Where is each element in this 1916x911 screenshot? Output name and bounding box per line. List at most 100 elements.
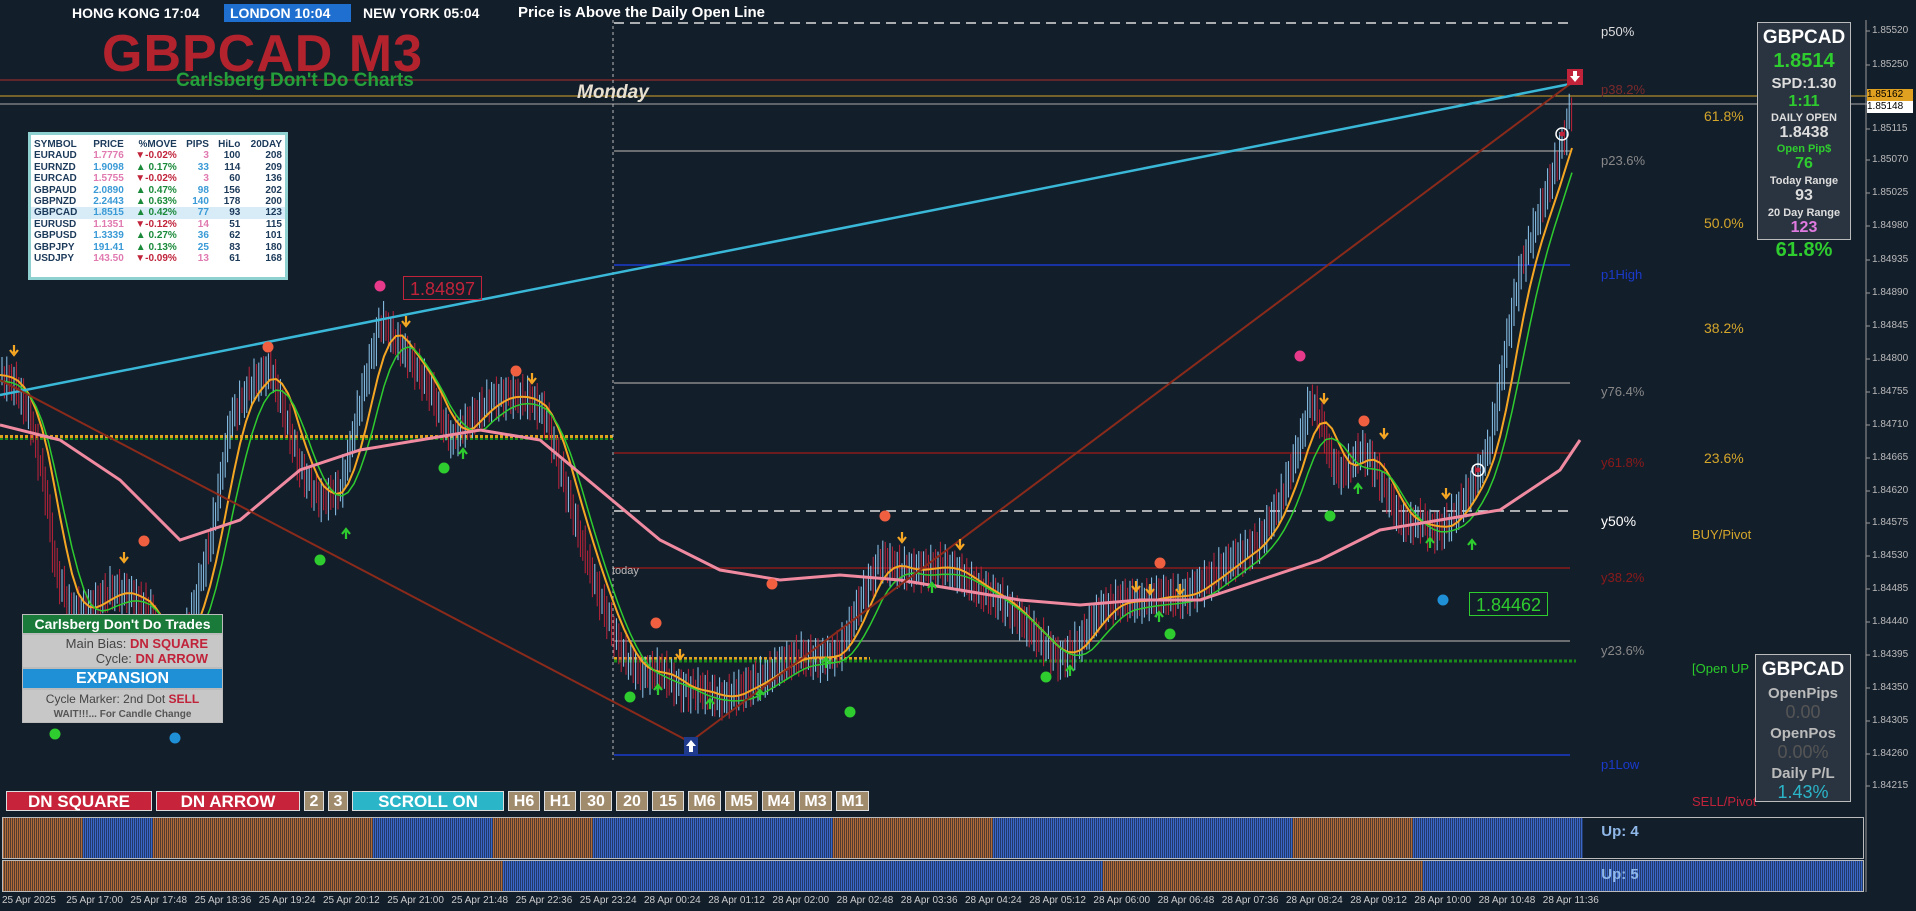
toolbar-button-h6[interactable]: H6 xyxy=(508,791,540,811)
toolbar-button-m6[interactable]: M6 xyxy=(688,791,721,811)
indicator-bar xyxy=(1251,818,1253,858)
price-tick-label: 1.85025 xyxy=(1872,187,1909,198)
indicator-bar xyxy=(1813,861,1815,891)
toolbar-button-30[interactable]: 30 xyxy=(580,791,612,811)
indicator-bar xyxy=(621,818,623,858)
symbol-row[interactable]: EURNZD 1.9098 ▲ 0.17% 33 114 209 xyxy=(31,162,285,173)
indicator-bar xyxy=(1497,818,1499,858)
indicator-bar xyxy=(459,861,461,891)
down-arrow-icon xyxy=(1379,428,1389,440)
indicator-bar xyxy=(1239,818,1241,858)
symbol-row[interactable]: GBPJPY 191.41 ▲ 0.13% 25 83 180 xyxy=(31,242,285,253)
signal-dot xyxy=(879,510,891,522)
indicator-bar xyxy=(825,818,827,858)
indicator-bar xyxy=(549,818,551,858)
indicator-bar xyxy=(1271,861,1273,891)
indicator-bar xyxy=(791,818,793,858)
symbol-row[interactable]: USDJPY 143.50 ▼-0.09% 13 61 168 xyxy=(31,253,285,264)
indicator-bar xyxy=(423,818,425,858)
indicator-bar xyxy=(979,861,981,891)
indicator-bar xyxy=(419,818,421,858)
indicator-bar xyxy=(543,861,545,891)
symbol-cell-move: ▲ 0.63% xyxy=(135,196,177,208)
indicator-bar xyxy=(777,861,779,891)
indicator-bar xyxy=(1543,861,1545,891)
toolbar-button-h1[interactable]: H1 xyxy=(544,791,576,811)
indicator-bar xyxy=(1811,861,1813,891)
indicator-bar xyxy=(925,861,927,891)
indicator-bar xyxy=(899,861,901,891)
indicator-bar xyxy=(31,818,33,858)
indicator-bar xyxy=(161,818,163,858)
signal-dot xyxy=(262,341,274,353)
toolbar-button-m4[interactable]: M4 xyxy=(762,791,795,811)
indicator-bar xyxy=(183,861,185,891)
symbol-row[interactable]: EURCAD 1.5755 ▼-0.02% 3 60 136 xyxy=(31,173,285,184)
indicator-bar xyxy=(1469,861,1471,891)
toolbar-button-15[interactable]: 15 xyxy=(652,791,684,811)
indicator-bar xyxy=(283,818,285,858)
toolbar-button-20[interactable]: 20 xyxy=(616,791,648,811)
indicator-bar xyxy=(565,818,567,858)
toolbar-button-2[interactable]: 2 xyxy=(304,791,324,811)
indicator-bar xyxy=(995,861,997,891)
indicator-bar xyxy=(1809,861,1811,891)
indicator-bar xyxy=(1207,861,1209,891)
indicator-bar xyxy=(287,818,289,858)
indicator-bar xyxy=(1385,861,1387,891)
indicator-bar xyxy=(1257,861,1259,891)
indicator-bar xyxy=(1257,818,1259,858)
symbol-row[interactable]: GBPAUD 2.0890 ▲ 0.47% 98 156 202 xyxy=(31,185,285,196)
indicator-bar xyxy=(967,861,969,891)
indicator-bar xyxy=(1519,861,1521,891)
indicator-bar xyxy=(325,818,327,858)
clock-label: LONDON 10:04 xyxy=(230,5,331,21)
toolbar-button-3[interactable]: 3 xyxy=(328,791,348,811)
indicator-bar xyxy=(1355,818,1357,858)
indicator-bar xyxy=(231,861,233,891)
indicator-bar xyxy=(1113,861,1115,891)
symbol-row[interactable]: GBPCAD 1.8515 ▲ 0.42% 77 93 123 xyxy=(31,207,285,219)
indicator-bar xyxy=(653,818,655,858)
toolbar-button-m5[interactable]: M5 xyxy=(725,791,758,811)
toolbar-button-m3[interactable]: M3 xyxy=(799,791,832,811)
indicator-bar xyxy=(383,818,385,858)
indicator-bar xyxy=(115,818,117,858)
indicator-bar xyxy=(1041,818,1043,858)
indicator-bar xyxy=(189,861,191,891)
indicator-bar xyxy=(1023,818,1025,858)
toolbar-button-scroll-on[interactable]: SCROLL ON xyxy=(352,791,504,811)
symbol-row[interactable]: GBPUSD 1.3339 ▲ 0.27% 36 62 101 xyxy=(31,230,285,241)
indicator-bar xyxy=(5,861,7,891)
toolbar-button-dn-square[interactable]: DN SQUARE xyxy=(6,791,152,811)
indicator-bar xyxy=(389,861,391,891)
symbol-row[interactable]: GBPNZD 2.2443 ▲ 0.63% 140 178 200 xyxy=(31,196,285,207)
indicator-bar xyxy=(1805,861,1807,891)
indicator-bar xyxy=(773,861,775,891)
indicator-bar xyxy=(103,861,105,891)
symbol-row[interactable]: EURUSD 1.1351 ▼-0.12% 14 51 115 xyxy=(31,219,285,230)
indicator-bar xyxy=(1045,861,1047,891)
indicator-bar xyxy=(1701,861,1703,891)
indicator-bar xyxy=(1851,861,1853,891)
wait-text: WAIT!!!... For Candle Change xyxy=(53,709,192,720)
indicator-bar xyxy=(1069,861,1071,891)
indicator-bar xyxy=(1325,818,1327,858)
indicator-bar xyxy=(487,861,489,891)
indicator-bar xyxy=(13,818,15,858)
indicator-bar xyxy=(903,818,905,858)
indicator-bar xyxy=(1075,861,1077,891)
indicator-bar xyxy=(1065,818,1067,858)
symbol-row[interactable]: EURAUD 1.7776 ▼-0.02% 3 100 208 xyxy=(31,150,285,161)
indicator-bar xyxy=(333,861,335,891)
indicator-bar xyxy=(819,818,821,858)
bias-label: Main Bias: xyxy=(65,636,127,651)
indicator-bar xyxy=(1371,861,1373,891)
toolbar-button-m1[interactable]: M1 xyxy=(836,791,869,811)
indicator-bar xyxy=(645,861,647,891)
indicator-bar xyxy=(1355,861,1357,891)
symbol-cell-move: ▼-0.02% xyxy=(135,150,177,162)
signal-dot xyxy=(510,365,522,377)
indicator-bar xyxy=(237,818,239,858)
toolbar-button-dn-arrow[interactable]: DN ARROW xyxy=(156,791,300,811)
